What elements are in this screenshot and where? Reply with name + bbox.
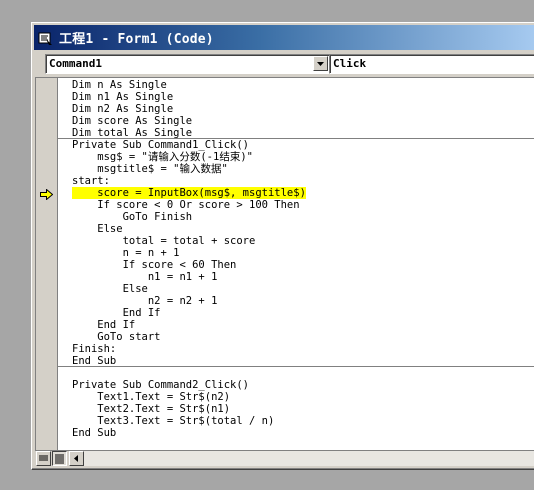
object-dropdown-value: Command1 [49, 57, 102, 70]
code-line[interactable]: n = n + 1 [72, 247, 180, 259]
code-line[interactable]: Text1.Text = Str$(n2) [72, 391, 230, 403]
code-line[interactable]: Else [72, 223, 122, 235]
execution-arrow-icon [40, 189, 53, 200]
code-line[interactable]: End If [72, 319, 135, 331]
full-module-view-icon [55, 454, 64, 464]
code-line[interactable]: msg$ = "请输入分数(-1结束)" [72, 151, 253, 163]
code-line[interactable]: Private Sub Command1_Click() [72, 139, 249, 151]
code-line[interactable]: Dim score As Single [72, 115, 192, 127]
code-line[interactable]: Dim total As Single [72, 127, 192, 139]
chevron-down-icon [317, 62, 324, 66]
code-line[interactable]: End Sub [72, 355, 116, 367]
code-area[interactable]: Dim n As Single Dim n1 As Single Dim n2 As… [58, 78, 534, 450]
margin-indicator-bar[interactable] [36, 78, 58, 450]
object-dropdown-button[interactable] [313, 56, 328, 71]
horizontal-scrollbar[interactable] [69, 451, 534, 466]
code-line[interactable]: End If [72, 307, 161, 319]
code-line[interactable]: GoTo start [72, 331, 160, 343]
code-line[interactable]: n2 = n2 + 1 [72, 295, 218, 307]
code-window: 工程1 - Form1 (Code) Command1 Click Dim n … [31, 22, 534, 470]
title-bar[interactable]: 工程1 - Form1 (Code) [34, 25, 534, 50]
editor-bottom-bar [35, 450, 534, 467]
code-line[interactable]: Else [72, 283, 148, 295]
scroll-left-arrow-icon [74, 455, 78, 462]
code-line[interactable]: If score < 0 Or score > 100 Then [72, 199, 299, 211]
code-line[interactable]: Dim n1 As Single [72, 91, 173, 103]
code-line[interactable]: n1 = n1 + 1 [72, 271, 218, 283]
window-title: 工程1 - Form1 (Code) [59, 32, 214, 47]
code-line[interactable]: msgtitle$ = "输入数据" [72, 163, 228, 175]
scroll-left-button[interactable] [69, 451, 84, 466]
code-line[interactable]: End Sub [72, 427, 116, 439]
code-line[interactable]: Text2.Text = Str$(n1) [72, 403, 230, 415]
code-line[interactable]: If score < 60 Then [72, 259, 237, 271]
code-line[interactable]: Finish: [72, 343, 116, 355]
procedure-view-icon [39, 455, 48, 461]
full-module-view-button[interactable] [52, 451, 67, 466]
code-line[interactable]: total = total + score [72, 235, 256, 247]
object-dropdown[interactable]: Command1 [45, 54, 330, 74]
procedure-dropdown-value: Click [333, 57, 367, 70]
procedure-dropdown[interactable]: Click [329, 54, 534, 74]
code-line[interactable]: Text3.Text = Str$(total / n) [72, 415, 274, 427]
current-execution-line[interactable]: score = InputBox(msg$, msgtitle$) [72, 187, 306, 199]
code-line[interactable]: GoTo Finish [72, 211, 193, 223]
procedure-view-button[interactable] [36, 451, 51, 466]
code-line[interactable]: Dim n As Single [72, 79, 167, 91]
code-editor[interactable]: Dim n As Single Dim n1 As Single Dim n2 As… [35, 77, 534, 450]
code-line[interactable]: Private Sub Command2_Click() [72, 379, 249, 391]
code-window-icon [38, 32, 52, 45]
code-line[interactable]: start: [72, 175, 110, 187]
procedure-separator [58, 366, 534, 367]
code-line[interactable]: Dim n2 As Single [72, 103, 173, 115]
